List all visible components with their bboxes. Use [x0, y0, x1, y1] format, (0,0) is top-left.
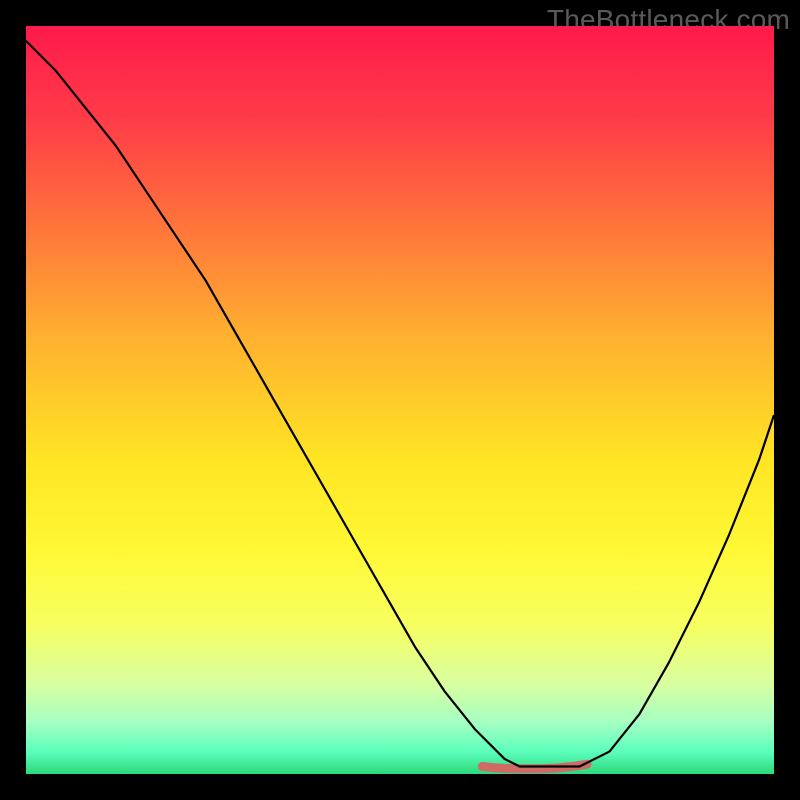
chart-frame: [26, 26, 774, 774]
bottleneck-chart: [26, 26, 774, 774]
gradient-background: [26, 26, 774, 774]
